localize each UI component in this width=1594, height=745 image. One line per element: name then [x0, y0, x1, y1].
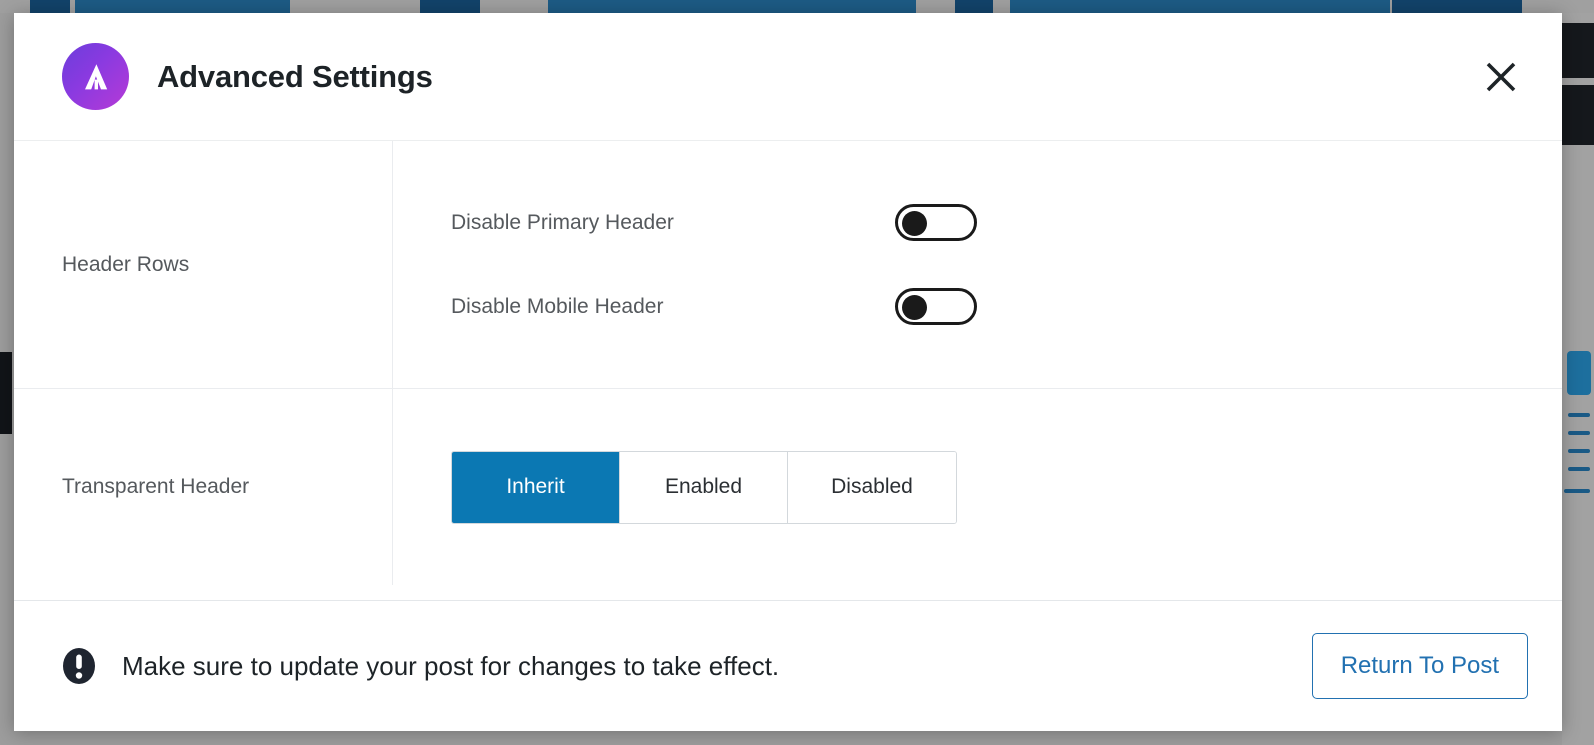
background-left-rail	[0, 352, 12, 434]
exclamation-circle-icon	[62, 647, 96, 685]
background-right-line	[1568, 467, 1590, 471]
transparent-header-option-enabled[interactable]: Enabled	[620, 451, 788, 523]
footer-notice: Make sure to update your post for change…	[62, 647, 779, 685]
field-disable-primary-header: Disable Primary Header	[451, 192, 1562, 254]
background-right-block	[1562, 85, 1594, 145]
section-label-transparent-header: Transparent Header	[62, 475, 250, 498]
toggle-knob	[902, 211, 927, 236]
background-chip	[75, 0, 290, 13]
section-label-header-rows: Header Rows	[62, 252, 190, 276]
row-label-cell: Header Rows	[14, 141, 393, 388]
background-right-panel	[1562, 13, 1594, 745]
row-control-cell: Inherit Enabled Disabled	[393, 389, 1562, 585]
toggle-disable-mobile-header[interactable]	[895, 288, 977, 325]
background-right-line	[1568, 413, 1590, 417]
background-right-line	[1564, 489, 1590, 493]
settings-row-header-rows: Header Rows Disable Primary Header Disab…	[14, 141, 1562, 389]
toggle-knob	[902, 295, 927, 320]
background-chip	[1010, 0, 1390, 13]
toggle-label-disable-mobile-header: Disable Mobile Header	[451, 294, 664, 318]
row-label-cell: Transparent Header	[14, 389, 393, 585]
background-right-button	[1567, 351, 1591, 395]
background-chip	[30, 0, 70, 13]
transparent-header-option-disabled[interactable]: Disabled	[788, 451, 956, 523]
field-disable-mobile-header: Disable Mobile Header	[451, 276, 1562, 338]
toggle-disable-primary-header[interactable]	[895, 204, 977, 241]
background-chip	[548, 0, 916, 13]
toggle-label-disable-primary-header: Disable Primary Header	[451, 210, 674, 234]
row-control-cell: Disable Primary Header Disable Mobile He…	[393, 141, 1562, 388]
advanced-settings-modal: Advanced Settings Header Rows Disable Pr…	[14, 13, 1562, 731]
return-to-post-button[interactable]: Return To Post	[1311, 633, 1528, 699]
page-title: Advanced Settings	[157, 58, 433, 94]
background-chip	[1392, 0, 1522, 13]
modal-header: Advanced Settings	[14, 13, 1562, 141]
transparent-header-option-inherit[interactable]: Inherit	[452, 451, 620, 523]
background-right-line	[1568, 431, 1590, 435]
astra-logo-icon	[62, 43, 129, 110]
modal-body: Header Rows Disable Primary Header Disab…	[14, 141, 1562, 600]
close-icon[interactable]	[1474, 50, 1528, 104]
background-chip	[955, 0, 993, 13]
background-right-block	[1562, 23, 1594, 78]
modal-footer: Make sure to update your post for change…	[14, 600, 1562, 731]
transparent-header-button-group: Inherit Enabled Disabled	[451, 450, 957, 524]
footer-notice-text: Make sure to update your post for change…	[122, 650, 780, 681]
settings-row-transparent-header: Transparent Header Inherit Enabled Disab…	[14, 389, 1562, 585]
background-chip	[420, 0, 480, 13]
background-right-line	[1568, 449, 1590, 453]
